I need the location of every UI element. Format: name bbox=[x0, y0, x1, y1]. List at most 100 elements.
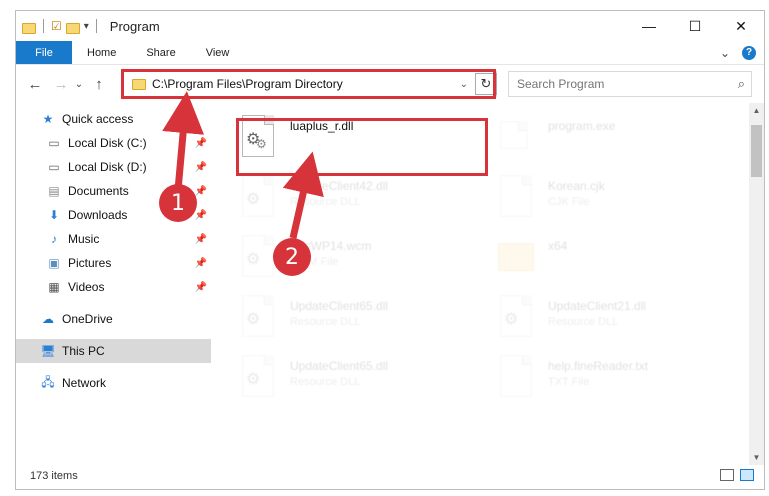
file-item-luaplus[interactable]: ⚙ ⚙ luaplus_r.dll bbox=[238, 113, 478, 171]
properties-icon[interactable]: ☑ bbox=[51, 19, 62, 33]
sidebar-item-this-pc[interactable]: 🖥 This PC bbox=[16, 339, 211, 363]
pin-icon[interactable]: 📌 bbox=[195, 162, 207, 173]
expand-ribbon-icon[interactable]: ⌄ bbox=[720, 46, 730, 60]
details-view-icon[interactable] bbox=[720, 469, 734, 481]
file-name: UpdateClient42.dll bbox=[290, 179, 389, 193]
pin-icon[interactable]: 📌 bbox=[195, 210, 207, 221]
sidebar-item-local-disk-c[interactable]: ▭ Local Disk (C:) 📌 bbox=[16, 131, 211, 155]
music-icon: ♪ bbox=[51, 232, 57, 246]
customize-toolbar-icon[interactable]: ▾ bbox=[84, 21, 89, 32]
dll-icon: ⚙ ⚙ bbox=[238, 113, 282, 163]
vertical-scrollbar[interactable]: ▲ ▼ bbox=[749, 103, 764, 465]
sidebar-item-label: Documents bbox=[68, 184, 129, 198]
pin-icon[interactable]: 📌 bbox=[195, 186, 207, 197]
dll-icon: ⚙ bbox=[238, 293, 282, 343]
pictures-icon: ▣ bbox=[48, 256, 60, 270]
sidebar-item-label: Quick access bbox=[62, 112, 134, 126]
file-item[interactable]: help.fineReader.txt TXT File bbox=[496, 353, 736, 411]
documents-icon: ▤ bbox=[48, 184, 60, 198]
minimize-button[interactable]: — bbox=[626, 11, 672, 41]
file-name: help.fineReader.txt bbox=[548, 359, 649, 373]
chevron-down-icon[interactable]: ⌄ bbox=[460, 79, 468, 90]
exe-icon bbox=[496, 113, 540, 163]
folder-icon bbox=[496, 233, 540, 283]
address-path[interactable]: C:\Program Files\Program Directory bbox=[152, 77, 343, 91]
file-item[interactable]: ⚙ UpdateClient65.dll Resource DLL bbox=[238, 353, 478, 411]
cloud-icon: ☁ bbox=[42, 312, 54, 326]
toolbar-divider bbox=[95, 19, 97, 33]
sidebar-item-videos[interactable]: ▦ Videos 📌 bbox=[16, 275, 211, 299]
sidebar-item-label: Local Disk (C:) bbox=[68, 136, 147, 150]
file-type: Resource DLL bbox=[548, 316, 619, 328]
pin-icon[interactable]: 📌 bbox=[195, 282, 207, 293]
sidebar-item-pictures[interactable]: ▣ Pictures 📌 bbox=[16, 251, 211, 275]
title-bar: ☑ ▾ Program — ☐ ✕ bbox=[16, 11, 764, 41]
window-controls: — ☐ ✕ bbox=[626, 11, 764, 41]
pin-icon[interactable]: 📌 bbox=[195, 234, 207, 245]
search-box[interactable]: ⌕ bbox=[508, 71, 752, 97]
file-item[interactable]: Korean.cjk CJK File bbox=[496, 173, 736, 231]
file-name: x64 bbox=[548, 239, 568, 253]
new-folder-icon[interactable] bbox=[65, 22, 80, 34]
scrollbar-thumb[interactable] bbox=[751, 125, 762, 177]
folder-icon bbox=[22, 22, 36, 34]
folder-icon bbox=[132, 78, 146, 90]
sidebar-item-network[interactable]: 🖧 Network bbox=[16, 371, 211, 395]
file-item-program-exe[interactable]: program.exe bbox=[496, 113, 736, 171]
navigation-pane: ★ Quick access ▭ Local Disk (C:) 📌 ▭ Loc… bbox=[16, 103, 211, 463]
navigation-bar: ← → ⌄ ↑ C:\Program Files\Program Directo… bbox=[16, 67, 764, 101]
sidebar-item-quick-access[interactable]: ★ Quick access bbox=[16, 107, 211, 131]
refresh-button[interactable]: ↻ bbox=[475, 73, 497, 95]
scroll-up-icon[interactable]: ▲ bbox=[749, 103, 764, 118]
ribbon-tabs: File Home Share View ⌄ ? bbox=[16, 41, 764, 65]
file-item[interactable]: ⚙ UpdateClient42.dll Resource DLL bbox=[238, 173, 478, 231]
help-icon[interactable]: ? bbox=[742, 45, 756, 60]
file-name: Korean.cjk bbox=[548, 179, 605, 193]
tab-view[interactable]: View bbox=[191, 41, 245, 64]
videos-icon: ▦ bbox=[48, 280, 60, 294]
sidebar-item-onedrive[interactable]: ☁ OneDrive bbox=[16, 307, 211, 331]
pin-icon[interactable]: 📌 bbox=[195, 258, 207, 269]
dll-icon: ⚙ bbox=[496, 293, 540, 343]
address-bar[interactable]: C:\Program Files\Program Directory ⌄ bbox=[123, 71, 497, 97]
large-icons-view-icon[interactable] bbox=[740, 469, 754, 481]
sidebar-item-label: Local Disk (D:) bbox=[68, 160, 147, 174]
maximize-button[interactable]: ☐ bbox=[672, 11, 718, 41]
sidebar-item-label: This PC bbox=[62, 344, 105, 358]
sidebar-item-local-disk-d[interactable]: ▭ Local Disk (D:) 📌 bbox=[16, 155, 211, 179]
sidebar-item-label: Music bbox=[68, 232, 100, 246]
item-count: 173 items bbox=[30, 470, 78, 482]
network-icon: 🖧 bbox=[41, 374, 55, 389]
back-button[interactable]: ← bbox=[24, 73, 46, 95]
file-name: luaplus_r.dll bbox=[290, 119, 354, 133]
tab-home[interactable]: Home bbox=[72, 41, 131, 64]
recent-locations-button[interactable]: ⌄ bbox=[72, 73, 86, 95]
search-input[interactable] bbox=[517, 77, 717, 91]
sidebar-item-label: Pictures bbox=[68, 256, 112, 270]
up-button[interactable]: ↑ bbox=[88, 73, 110, 95]
magnifier-icon[interactable]: ⌕ bbox=[738, 76, 745, 92]
tab-file[interactable]: File bbox=[16, 41, 72, 64]
file-type: CJK File bbox=[548, 196, 590, 208]
file-item-folder[interactable]: x64 bbox=[496, 233, 736, 291]
sidebar-item-label: OneDrive bbox=[62, 312, 113, 326]
file-type: Resource DLL bbox=[290, 376, 361, 388]
file-name: program.exe bbox=[548, 119, 616, 133]
file-item[interactable]: ⚙ UpdateClient21.dll Resource DLL bbox=[496, 293, 736, 351]
forward-button[interactable]: → bbox=[50, 73, 72, 95]
star-icon: ★ bbox=[42, 112, 54, 126]
sidebar-item-label: Network bbox=[62, 376, 107, 390]
view-toggle bbox=[720, 469, 754, 481]
file-item[interactable]: ⚙ UpdateClient65.dll Resource DLL bbox=[238, 293, 478, 351]
close-button[interactable]: ✕ bbox=[718, 11, 764, 41]
ribbon-right-controls: ⌄ ? bbox=[720, 41, 764, 64]
dll-icon: ⚙ bbox=[238, 353, 282, 403]
pin-icon[interactable]: 📌 bbox=[195, 138, 207, 149]
computer-icon: 🖥 bbox=[40, 344, 56, 358]
file-type: TXT File bbox=[548, 376, 590, 388]
download-icon: ⬇ bbox=[48, 208, 60, 222]
toolbar-divider bbox=[43, 19, 44, 33]
window-title: Program bbox=[109, 18, 160, 34]
sidebar-item-music[interactable]: ♪ Music 📌 bbox=[16, 227, 211, 251]
tab-share[interactable]: Share bbox=[131, 41, 190, 64]
